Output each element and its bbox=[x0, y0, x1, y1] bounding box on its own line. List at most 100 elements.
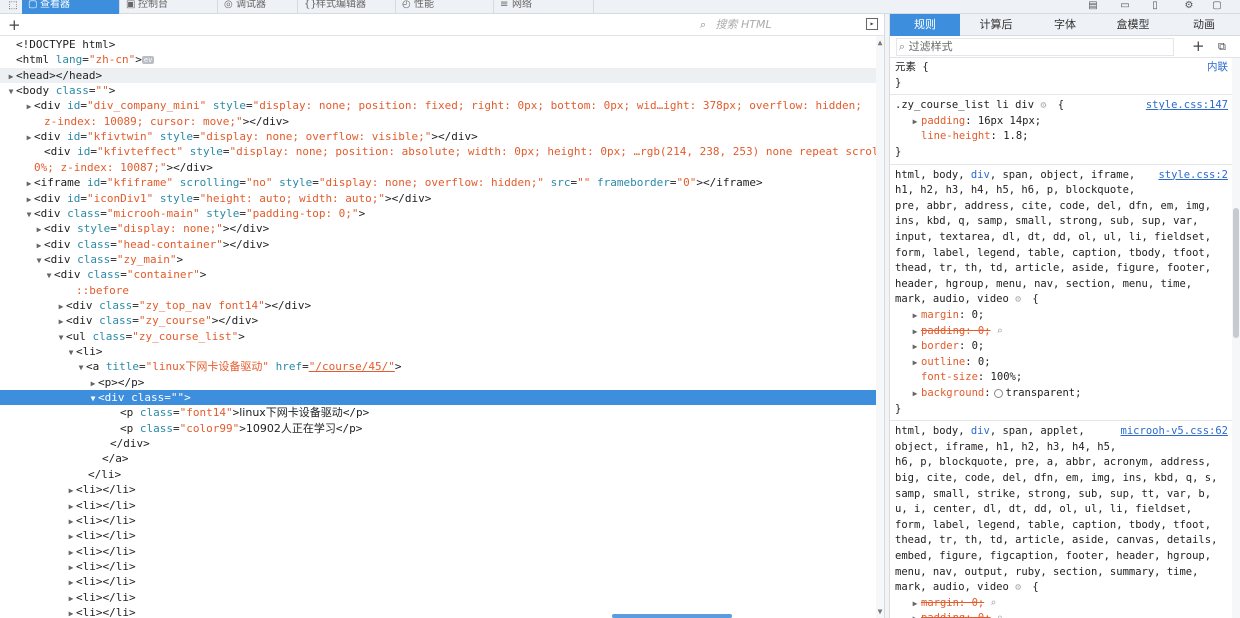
markup-node-line[interactable]: ▶ <div class="zy_top_nav font14"></div> bbox=[0, 298, 876, 313]
collapse-arrow-icon[interactable]: ▼ bbox=[88, 391, 98, 406]
markup-node-line[interactable]: ▶ <li></li> bbox=[0, 590, 876, 605]
expand-arrow-icon[interactable]: ▶ bbox=[909, 339, 921, 355]
property-name[interactable]: font-size bbox=[921, 371, 978, 383]
overridden-declaration[interactable]: margin: 0; bbox=[921, 597, 984, 609]
collapse-arrow-icon[interactable]: ▼ bbox=[24, 207, 34, 222]
tab-style-editor[interactable]: {}样式编辑器 bbox=[298, 0, 396, 14]
filter-property-icon[interactable]: ⌕ bbox=[991, 326, 1003, 337]
sidebar-tab[interactable]: 计算后 bbox=[960, 14, 1032, 36]
expand-arrow-icon[interactable]: ▶ bbox=[66, 606, 76, 618]
tab-network[interactable]: ≡ 网络 bbox=[494, 0, 594, 14]
markup-node-line[interactable]: ▶ <li></li> bbox=[0, 498, 876, 513]
markup-node-line[interactable]: ▼ <div class=""> bbox=[0, 390, 876, 406]
toggle-sidebar-button[interactable]: ▸ bbox=[866, 18, 878, 30]
markup-node-line[interactable]: ▶ <div id="kfivtwin" style="display: none… bbox=[0, 129, 876, 144]
markup-node-line[interactable]: ▶ <li></li> bbox=[0, 528, 876, 543]
stylesheet-link[interactable]: 内联 bbox=[1207, 60, 1228, 76]
property-name[interactable]: margin bbox=[921, 309, 959, 321]
markup-node-line[interactable]: ▶ <div style="display: none;"></div> bbox=[0, 221, 876, 236]
filter-property-icon[interactable]: ⌕ bbox=[991, 613, 1003, 618]
markup-node-line[interactable]: ▼ <a title="linux下网卡设备驱动" href="/course/4… bbox=[0, 359, 876, 374]
selector-highlight-icon[interactable]: ⚙ bbox=[1015, 580, 1026, 596]
tab-inspector[interactable]: ▢ 查看器 bbox=[22, 0, 120, 14]
stylesheet-link[interactable]: style.css:2 bbox=[1158, 168, 1228, 184]
filter-styles-input[interactable]: ⌕ 过滤样式 bbox=[896, 38, 1174, 56]
markup-node-line[interactable]: ::before bbox=[0, 283, 876, 298]
scroll-down-arrow-icon[interactable]: ▼ bbox=[876, 607, 884, 616]
expand-arrow-icon[interactable]: ▶ bbox=[56, 314, 66, 329]
markup-node-line[interactable]: ▼ <li> bbox=[0, 344, 876, 359]
dock-layout-icon[interactable]: ▤ bbox=[1086, 0, 1100, 13]
color-swatch[interactable] bbox=[993, 388, 1003, 398]
markup-node-line[interactable]: ▼ <div class="container"> bbox=[0, 267, 876, 282]
markup-node-line[interactable]: ▶ <li></li> bbox=[0, 513, 876, 528]
markup-node-line[interactable]: ▶ <li></li> bbox=[0, 559, 876, 574]
property-value[interactable]: transparent; bbox=[1006, 387, 1082, 399]
responsive-icon[interactable]: ▯ bbox=[1148, 0, 1162, 13]
expand-arrow-icon[interactable]: ▶ bbox=[24, 130, 34, 145]
expand-arrow-icon[interactable]: ▶ bbox=[66, 514, 76, 529]
expand-arrow-icon[interactable]: ▶ bbox=[24, 176, 34, 191]
markup-node-line[interactable]: <!DOCTYPE html> bbox=[0, 37, 876, 52]
markup-node-line[interactable]: z-index: 10089; cursor: move;"></div> bbox=[0, 114, 876, 129]
expand-arrow-icon[interactable]: ▶ bbox=[24, 192, 34, 207]
add-rule-button[interactable]: + bbox=[1192, 37, 1205, 55]
settings-icon[interactable]: ⚙ bbox=[1182, 0, 1196, 13]
markup-node-line[interactable]: ▶ <li></li> bbox=[0, 605, 876, 618]
property-name[interactable]: line-height bbox=[921, 130, 991, 142]
property-name[interactable]: border bbox=[921, 340, 959, 352]
element-picker-icon[interactable]: ⬚ bbox=[6, 0, 20, 13]
expand-arrow-icon[interactable]: ▶ bbox=[909, 324, 921, 340]
collapse-arrow-icon[interactable]: ▼ bbox=[66, 345, 76, 360]
property-value[interactable]: : 100%; bbox=[978, 371, 1022, 383]
markup-node-line[interactable]: ▶ <iframe id="kfiframe" scrolling="no" st… bbox=[0, 175, 876, 190]
property-value[interactable]: : 0; bbox=[965, 356, 990, 368]
rules-scroll-thumb[interactable] bbox=[1233, 208, 1239, 338]
property-name[interactable]: outline bbox=[921, 356, 965, 368]
sidebar-tab[interactable]: 字体 bbox=[1032, 14, 1098, 36]
expand-arrow-icon[interactable]: ▶ bbox=[909, 308, 921, 324]
expand-arrow-icon[interactable]: ▶ bbox=[88, 376, 98, 391]
property-value[interactable]: : 0; bbox=[959, 309, 984, 321]
markup-node-line[interactable]: ▼ <div class="zy_main"> bbox=[0, 252, 876, 267]
expand-arrow-icon[interactable]: ▶ bbox=[66, 560, 76, 575]
collapse-arrow-icon[interactable]: ▼ bbox=[76, 360, 86, 375]
scroll-up-arrow-icon[interactable]: ▲ bbox=[876, 38, 884, 47]
html-search-input[interactable]: ⌕ 搜索 HTML bbox=[700, 16, 855, 34]
markup-node-line[interactable]: <p class="font14">linux下网卡设备驱动</p> bbox=[0, 405, 876, 420]
markup-node-line[interactable]: ▶ <li></li> bbox=[0, 574, 876, 589]
sidebar-tab[interactable]: 盒模型 bbox=[1098, 14, 1168, 36]
classes-toggle-icon[interactable]: ⧉ bbox=[1218, 40, 1226, 54]
sidebar-tab[interactable]: 规则 bbox=[890, 14, 960, 36]
tab-performance[interactable]: ◴ 性能 bbox=[396, 0, 494, 14]
markup-node-line[interactable]: ▶ <p></p> bbox=[0, 375, 876, 390]
expand-arrow-icon[interactable]: ▶ bbox=[909, 611, 921, 618]
markup-node-line[interactable]: </li> bbox=[0, 467, 876, 482]
markup-node-line[interactable]: ▶ <li></li> bbox=[0, 544, 876, 559]
stylesheet-link[interactable]: style.css:147 bbox=[1146, 98, 1228, 114]
markup-node-line[interactable]: </div> bbox=[0, 436, 876, 451]
expand-arrow-icon[interactable]: ▶ bbox=[24, 99, 34, 114]
expand-arrow-icon[interactable]: ▶ bbox=[909, 355, 921, 371]
markup-tree[interactable]: <!DOCTYPE html> <html lang="zh-cn"> ev ▶ <he… bbox=[0, 36, 876, 618]
expand-arrow-icon[interactable]: ▶ bbox=[34, 238, 44, 253]
selector-highlight-icon[interactable]: ⚙ bbox=[1015, 292, 1026, 308]
markup-node-line[interactable]: <div id="kfivteffect" style="display: no… bbox=[0, 144, 876, 159]
markup-node-line[interactable]: ▶ <head></head> bbox=[0, 67, 876, 84]
markup-node-line[interactable]: ▼ <ul class="zy_course_list"> bbox=[0, 329, 876, 344]
expand-arrow-icon[interactable]: ▶ bbox=[909, 114, 921, 130]
markup-node-line[interactable]: ▶ <div id="div_company_mini" style="displ… bbox=[0, 98, 876, 113]
property-value[interactable]: : 16px 14px; bbox=[965, 115, 1041, 127]
collapse-arrow-icon[interactable]: ▼ bbox=[56, 330, 66, 345]
overridden-declaration[interactable]: padding: 0; bbox=[921, 325, 991, 337]
tab-debugger[interactable]: ◎ 调试器 bbox=[218, 0, 298, 14]
markup-node-line[interactable]: 0%; z-index: 10087;"></div> bbox=[0, 160, 876, 175]
expand-arrow-icon[interactable]: ▶ bbox=[909, 386, 921, 402]
expand-arrow-icon[interactable]: ▶ bbox=[6, 69, 16, 84]
markup-node-line[interactable]: ▶ <div class="head-container"></div> bbox=[0, 237, 876, 252]
sidebar-tab[interactable]: 动画 bbox=[1168, 14, 1240, 36]
horizontal-scroll-thumb[interactable] bbox=[612, 614, 732, 618]
markup-node-line[interactable]: ▶ <li></li> bbox=[0, 482, 876, 497]
collapse-arrow-icon[interactable]: ▼ bbox=[44, 268, 54, 283]
event-badge[interactable]: ev bbox=[141, 56, 155, 65]
